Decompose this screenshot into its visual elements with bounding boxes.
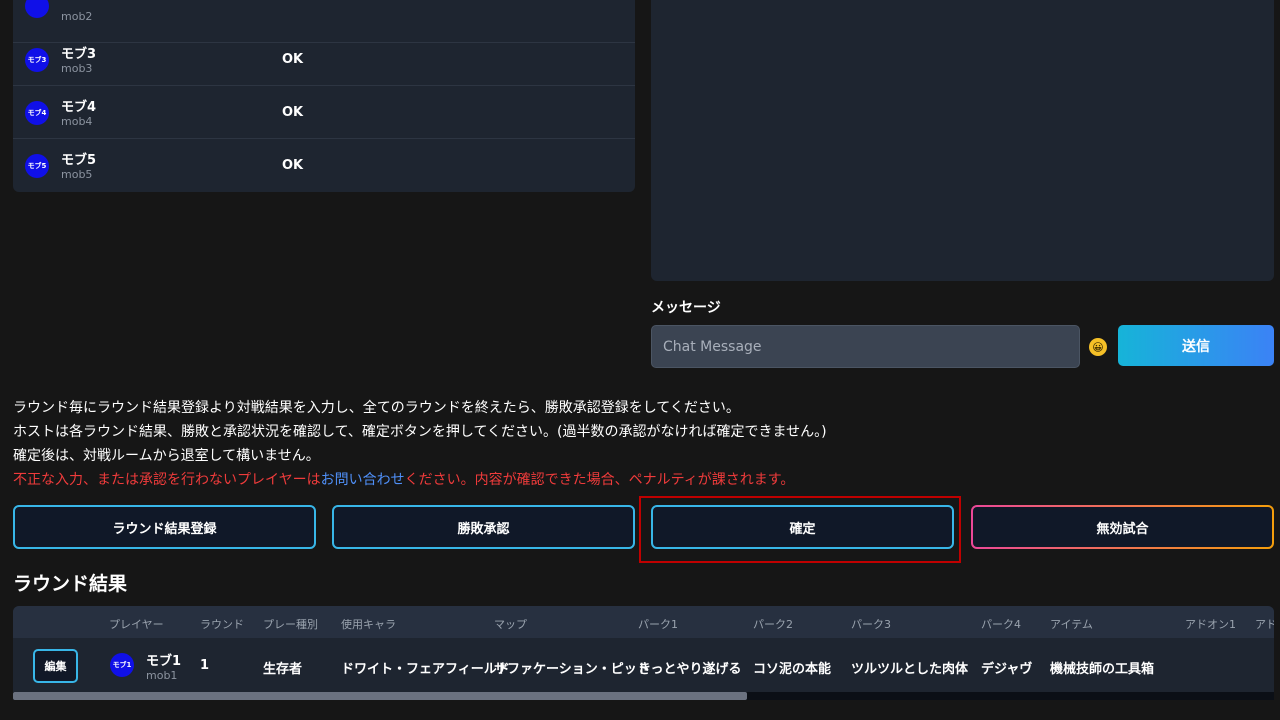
approve-result-button[interactable]: 勝敗承認 [332,505,635,549]
column-header: プレイヤー [109,618,164,631]
player-row: モブ5 モブ5 mob5 OK [13,139,635,192]
instruction-line-1: ラウンド毎にラウンド結果登録より対戦結果を入力し、全てのラウンドを終えたら、勝敗… [13,400,740,416]
player-avatar: モブ5 [25,154,49,178]
player-name: モブ5 [61,153,97,168]
warning-text-after: ください。内容が確認できた場合、ペナルティが課されます。 [404,472,795,488]
column-header: アド [1255,618,1274,631]
player-status: OK [282,158,304,173]
player-name: モブ3 [61,47,97,62]
chat-log[interactable] [651,0,1274,281]
column-header: ラウンド [200,618,244,631]
register-round-button[interactable]: ラウンド結果登録 [13,505,316,549]
send-button[interactable]: 送信 [1118,325,1274,366]
player-id: mob5 [61,168,93,181]
perk2-cell: コソ泥の本能 [753,662,832,677]
column-header: パーク3 [851,618,891,631]
map-cell: サファケーション・ピット [494,662,650,677]
column-header: プレー種別 [263,618,318,631]
column-header: マップ [494,618,527,631]
character-cell: ドワイト・フェアフィールド [341,662,510,677]
emoji-icon[interactable]: 😀 [1089,338,1107,356]
player-name: モブ4 [61,100,97,115]
warning-text: 不正な入力、または承認を行わないプレイヤーはお問い合わせください。内容が確認でき… [13,469,794,489]
instruction-line-2: ホストは各ラウンド結果、勝敗と承認状況を確認して、確定ボタンを押してください。(… [13,424,827,440]
edit-button[interactable]: 編集 [33,649,78,683]
column-header: パーク2 [753,618,793,631]
player-avatar: モブ4 [25,101,49,125]
play-type-cell: 生存者 [263,662,303,677]
table-header: プレイヤー ラウンド プレー種別 使用キャラ マップ パーク1 パーク2 パーク… [13,606,1274,638]
player-avatar: モブ1 [110,653,134,677]
perk3-cell: ツルツルとした肉体 [851,662,969,677]
round-results-table: プレイヤー ラウンド プレー種別 使用キャラ マップ パーク1 パーク2 パーク… [13,606,1274,700]
column-header: アドオン1 [1185,618,1236,631]
player-avatar: モブ3 [25,48,49,72]
player-row: モブ3 モブ3 mob3 OK [13,33,635,86]
chat-message-input[interactable] [651,325,1080,368]
invalid-match-button[interactable]: 無効試合 [971,505,1274,549]
player-id: mob4 [61,115,93,128]
perk4-cell: デジャヴ [981,662,1033,677]
player-id: mob1 [146,669,178,682]
column-header: パーク1 [638,618,678,631]
instruction-line-3: 確定後は、対戦ルームから退室して構いません。 [13,448,320,464]
confirm-button[interactable]: 確定 [651,505,954,549]
message-label: メッセージ [651,300,721,316]
column-header: アイテム [1050,618,1093,631]
round-cell: 1 [200,658,210,673]
column-header: 使用キャラ [341,618,396,631]
player-status: OK [282,52,304,67]
round-results-title: ラウンド結果 [13,573,128,595]
player-id: mob2 [61,10,93,23]
column-header: パーク4 [981,618,1021,631]
item-cell: 機械技師の工具箱 [1050,662,1155,677]
contact-link[interactable]: お問い合わせ [321,472,405,488]
player-list-panel: mob2 モブ3 モブ3 mob3 OK モブ4 モブ4 mob4 OK モブ5… [13,0,635,192]
player-status: OK [282,105,304,120]
horizontal-scrollbar[interactable] [13,692,1274,700]
scrollbar-thumb[interactable] [13,692,747,700]
player-id: mob3 [61,62,93,75]
player-row: モブ4 モブ4 mob4 OK [13,86,635,139]
warning-text-before: 不正な入力、または承認を行わないプレイヤーは [13,472,321,488]
perk1-cell: きっとやり遂げる [638,662,742,677]
player-name: モブ1 [146,654,182,669]
player-avatar [25,0,49,18]
